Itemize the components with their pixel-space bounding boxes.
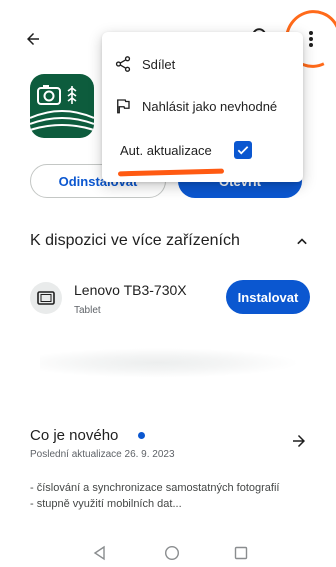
menu-item-report-label: Nahlásit jako nevhodné [142,98,278,114]
whats-new-details-button[interactable] [290,432,310,452]
circle-home-icon [164,545,180,561]
arrow-right-icon [293,435,305,447]
auto-update-checkbox[interactable] [234,141,252,159]
new-indicator-dot [138,432,145,439]
blurred-placeholder [40,348,300,378]
changelog-text: - číslování a synchronizace samostatných… [30,480,310,512]
app-logo-camera-field-icon [30,85,94,131]
back-button[interactable] [18,24,48,54]
tablet-icon [37,291,55,305]
menu-item-auto-update-label: Aut. aktualizace [120,142,212,158]
menu-item-report[interactable]: Nahlásit jako nevhodné [102,86,303,126]
nav-home-button[interactable] [164,545,180,561]
square-recents-icon [234,546,248,560]
menu-item-share[interactable]: Sdílet [102,44,303,84]
whats-new-title[interactable]: Co je nového [30,427,118,444]
nav-recents-button[interactable] [234,546,248,560]
collapse-button[interactable] [292,232,312,252]
device-icon-container [30,282,62,314]
flag-icon [117,99,130,114]
device-type: Tablet [74,305,101,316]
nav-back-button[interactable] [92,545,108,561]
menu-item-auto-update[interactable]: Aut. aktualizace [102,130,303,170]
changelog-line: - stupně využití mobilních dat... [30,498,182,510]
share-icon [115,56,131,72]
overflow-menu: Sdílet Nahlásit jako nevhodné Aut. aktua… [102,32,303,182]
last-update-date: Poslední aktualizace 26. 9. 2023 [30,449,175,460]
changelog-line: - číslování a synchronizace samostatných… [30,482,280,494]
install-button[interactable]: Instalovat [226,280,310,314]
arrow-left-icon [27,33,39,45]
menu-item-share-label: Sdílet [142,56,176,72]
app-icon [30,74,94,138]
chevron-up-icon [297,238,307,245]
triangle-back-icon [93,545,105,561]
checkmark-icon [237,146,249,155]
device-name: Lenovo TB3-730X [74,282,187,298]
section-title-devices: K dispozici ve více zařízeních [30,232,240,249]
